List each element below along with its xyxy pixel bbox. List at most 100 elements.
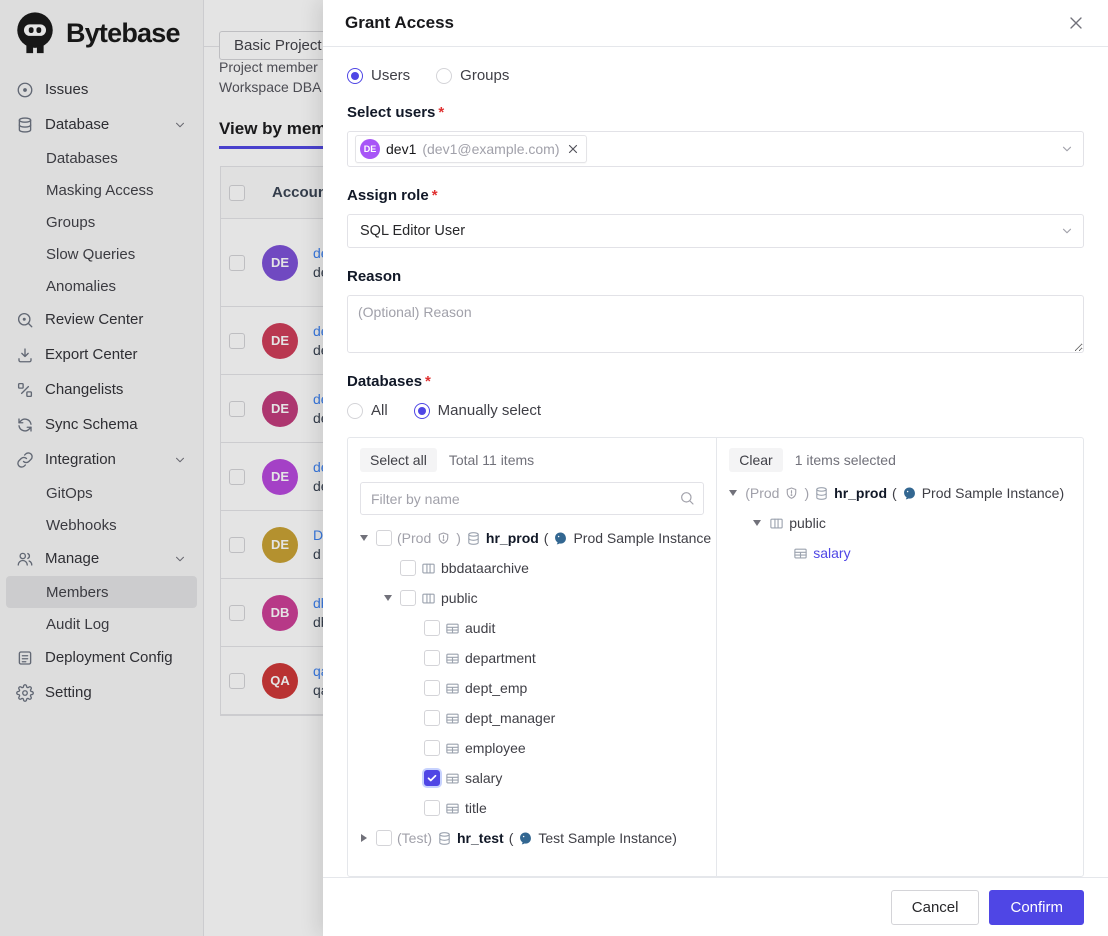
radio-all-control[interactable]	[347, 403, 363, 419]
caret-right-icon[interactable]	[356, 834, 371, 842]
instance-name: Prod Sample Instance	[573, 530, 711, 546]
radio-manually-select[interactable]: Manually select	[414, 402, 541, 419]
tree-checkbox[interactable]	[424, 620, 440, 636]
tree-row-public[interactable]: public	[717, 508, 1083, 538]
tree-checkbox[interactable]	[376, 830, 392, 846]
caret-down-icon[interactable]	[380, 595, 395, 601]
tree-row-title[interactable]: title	[348, 793, 716, 823]
radio-users[interactable]: Users	[347, 67, 410, 84]
cancel-button[interactable]: Cancel	[891, 890, 980, 925]
tree-row-audit[interactable]: audit	[348, 613, 716, 643]
tree-checkbox[interactable]	[424, 740, 440, 756]
modal-body: Users Groups Select users* DE dev1 (dev1…	[323, 47, 1108, 877]
tree-row-hr-prod[interactable]: (Prod)hr_prod(Prod Sample Instance)	[717, 478, 1083, 508]
instance-paren: (	[509, 830, 514, 846]
environment-shield-icon	[784, 486, 799, 501]
database-transfer: Select all Total 11 items (Prod)hr_prod(…	[347, 437, 1084, 877]
tree-checkbox[interactable]	[400, 590, 416, 606]
confirm-button[interactable]: Confirm	[989, 890, 1084, 925]
select-all-button[interactable]: Select all	[360, 448, 437, 472]
tree-row-salary[interactable]: salary	[717, 538, 1083, 568]
instance-paren: (	[892, 485, 897, 501]
schema-icon	[421, 591, 436, 606]
postgresql-icon	[902, 486, 917, 501]
assign-role-select[interactable]: SQL Editor User	[347, 214, 1084, 248]
tree-node-label: hr_test	[457, 830, 504, 846]
radio-manual-control[interactable]	[414, 403, 430, 419]
radio-all-label: All	[371, 402, 388, 419]
remove-user-icon[interactable]	[566, 142, 580, 156]
radio-groups[interactable]: Groups	[436, 67, 509, 84]
required-mark: *	[425, 373, 431, 390]
db-icon	[814, 486, 829, 501]
tree-checkbox[interactable]	[424, 770, 440, 786]
postgresql-icon	[518, 831, 533, 846]
radio-users-label: Users	[371, 67, 410, 84]
table-icon	[445, 741, 460, 756]
tree-node-label: hr_prod	[486, 530, 539, 546]
tree-row-bbdataarchive[interactable]: bbdataarchive	[348, 553, 716, 583]
radio-groups-control[interactable]	[436, 68, 452, 84]
tree-row-department[interactable]: department	[348, 643, 716, 673]
source-panel-header: Select all Total 11 items	[348, 438, 716, 478]
clear-button[interactable]: Clear	[729, 448, 782, 472]
selected-tree: (Prod)hr_prod(Prod Sample Instance) publi…	[717, 478, 1083, 876]
tree-node-label: audit	[465, 620, 495, 636]
schema-icon	[421, 561, 436, 576]
selected-user-chip: DE dev1 (dev1@example.com)	[355, 135, 587, 163]
filter-input[interactable]	[360, 482, 704, 515]
chevron-down-icon	[1060, 142, 1074, 156]
tree-node-label: title	[465, 800, 487, 816]
required-mark: *	[438, 104, 444, 121]
table-icon	[445, 651, 460, 666]
tree-node-label: dept_manager	[465, 710, 555, 726]
reason-textarea[interactable]	[347, 295, 1084, 353]
radio-all-databases[interactable]: All	[347, 402, 388, 419]
table-icon	[445, 621, 460, 636]
chevron-down-icon	[1060, 224, 1074, 238]
tree-row-employee[interactable]: employee	[348, 733, 716, 763]
radio-users-control[interactable]	[347, 68, 363, 84]
databases-radio-group: All Manually select	[347, 402, 1084, 419]
tree-row-public[interactable]: public	[348, 583, 716, 613]
environment-label-close: )	[804, 485, 809, 501]
selected-items-count: 1 items selected	[795, 452, 896, 468]
tree-checkbox[interactable]	[400, 560, 416, 576]
select-users-label: Select users*	[347, 104, 1084, 121]
caret-down-icon[interactable]	[356, 535, 371, 541]
table-icon	[445, 801, 460, 816]
tree-row-salary[interactable]: salary	[348, 763, 716, 793]
tree-row-dept-manager[interactable]: dept_manager	[348, 703, 716, 733]
tree-node-label: public	[441, 590, 478, 606]
user-avatar: DE	[360, 139, 380, 159]
tree-node-label: department	[465, 650, 536, 666]
tree-checkbox[interactable]	[424, 650, 440, 666]
grant-access-modal: Grant Access Users Groups Select users* …	[323, 0, 1108, 936]
close-icon[interactable]	[1066, 13, 1086, 33]
search-icon	[679, 490, 695, 506]
select-users-field[interactable]: DE dev1 (dev1@example.com)	[347, 131, 1084, 167]
schema-icon	[769, 516, 784, 531]
postgresql-icon	[553, 531, 568, 546]
tree-checkbox[interactable]	[376, 530, 392, 546]
filter-field	[360, 482, 704, 515]
environment-label: (Prod	[745, 485, 779, 501]
tree-node-label: dept_emp	[465, 680, 527, 696]
database-tree: (Prod)hr_prod(Prod Sample Instancebbdata…	[348, 523, 716, 876]
table-icon	[445, 771, 460, 786]
environment-shield-icon	[436, 531, 451, 546]
tree-row-dept-emp[interactable]: dept_emp	[348, 673, 716, 703]
instance-name: Test Sample Instance)	[538, 830, 677, 846]
tree-checkbox[interactable]	[424, 710, 440, 726]
tree-row-hr-prod[interactable]: (Prod)hr_prod(Prod Sample Instance	[348, 523, 716, 553]
caret-down-icon[interactable]	[725, 490, 740, 496]
modal-header: Grant Access	[323, 0, 1108, 47]
tree-node-label: public	[789, 515, 826, 531]
radio-manual-label: Manually select	[438, 402, 541, 419]
tree-checkbox[interactable]	[424, 680, 440, 696]
tree-row-hr-test[interactable]: (Test)hr_test(Test Sample Instance)	[348, 823, 716, 853]
tree-node-label: bbdataarchive	[441, 560, 529, 576]
instance-paren: (	[544, 530, 549, 546]
caret-down-icon[interactable]	[749, 520, 764, 526]
tree-checkbox[interactable]	[424, 800, 440, 816]
